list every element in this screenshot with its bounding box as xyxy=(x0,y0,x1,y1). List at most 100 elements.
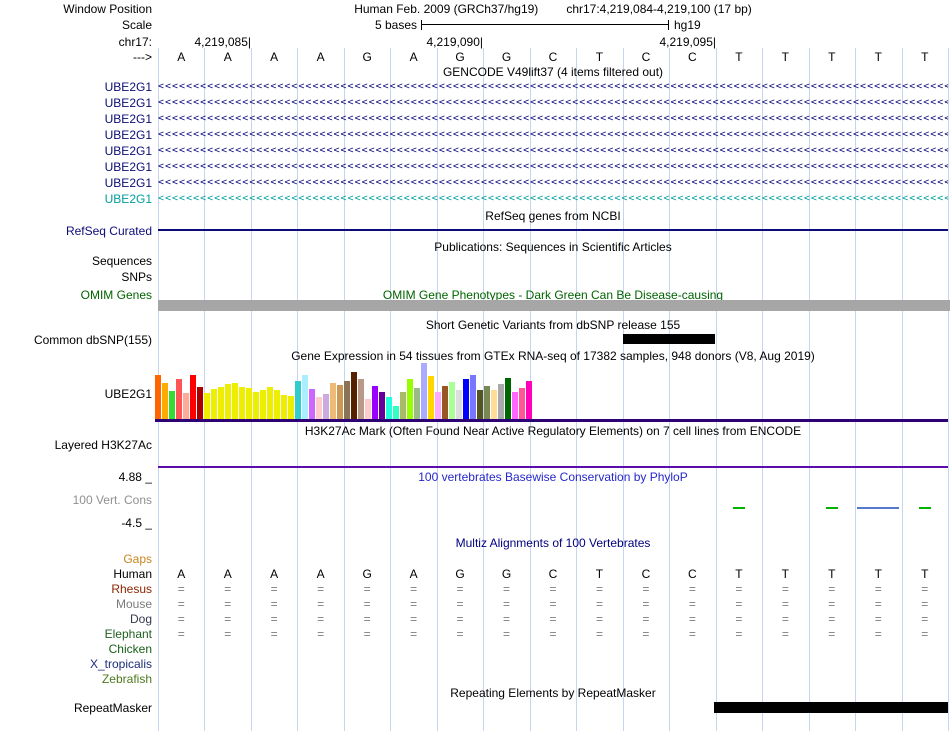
sequences-label[interactable]: Sequences xyxy=(0,254,152,268)
refseq-curated-label[interactable]: RefSeq Curated xyxy=(0,224,152,238)
refseq-title[interactable]: RefSeq genes from NCBI xyxy=(158,209,948,223)
dbsnp-row: Common dbSNP(155) xyxy=(0,333,950,347)
position-title: chr17:4,219,084-4,219,100 (17 bp) xyxy=(566,2,752,16)
phylop-track-label[interactable]: 100 Vert. Cons xyxy=(0,493,152,507)
gtex-expression-bar xyxy=(344,381,350,419)
gtex-expression-bar xyxy=(302,375,308,419)
gtex-gene-label[interactable]: UBE2G1 xyxy=(0,387,152,401)
gtex-expression-bar xyxy=(400,392,406,419)
gtex-expression-bar xyxy=(218,387,224,419)
dbsnp-title-row: Short Genetic Variants from dbSNP releas… xyxy=(0,318,950,332)
gencode-gene-label[interactable]: UBE2G1 xyxy=(0,192,152,206)
dbsnp-label[interactable]: Common dbSNP(155) xyxy=(0,333,152,347)
gtex-expression-bar xyxy=(449,382,455,419)
gene-direction-arrows: <<<<<<<<<<<<<<<<<<<<<<<<<<<<<<<<<<<<<<<<… xyxy=(158,129,948,140)
gap-symbol: = xyxy=(456,612,464,626)
gene-direction-arrows: <<<<<<<<<<<<<<<<<<<<<<<<<<<<<<<<<<<<<<<<… xyxy=(158,177,948,188)
gencode-gene-label[interactable]: UBE2G1 xyxy=(0,96,152,110)
gap-symbol: = xyxy=(874,582,882,596)
multiz-title[interactable]: Multiz Alignments of 100 Vertebrates xyxy=(158,536,948,550)
gap-symbol: = xyxy=(735,597,743,611)
gap-symbol: = xyxy=(595,627,603,641)
gap-symbol: = xyxy=(317,597,325,611)
gtex-expression-bar xyxy=(498,384,504,419)
species-gaps: = = = = = = = = = = = = = = = = = xyxy=(158,582,948,596)
base-letter: A xyxy=(270,567,279,581)
phylop-title[interactable]: 100 vertebrates Basewise Conservation by… xyxy=(158,470,948,484)
gap-symbol: = xyxy=(410,597,418,611)
repeatmasker-title[interactable]: Repeating Elements by RepeatMasker xyxy=(158,686,948,700)
gtex-title[interactable]: Gene Expression in 54 tissues from GTEx … xyxy=(158,349,948,363)
h3k27ac-title[interactable]: H3K27Ac Mark (Often Found Near Active Re… xyxy=(158,424,948,438)
base-letter: A xyxy=(270,50,279,64)
gencode-title[interactable]: GENCODE V49lift37 (4 items filtered out) xyxy=(158,65,948,79)
phylop-mark xyxy=(825,507,838,509)
species-label[interactable]: Elephant xyxy=(0,627,152,641)
gencode-gene-label[interactable]: UBE2G1 xyxy=(0,128,152,142)
gencode-gene-label[interactable]: UBE2G1 xyxy=(0,80,152,94)
phylop-header-row: 4.88 _ 100 vertebrates Basewise Conserva… xyxy=(0,470,950,484)
alignment-row: Rhesus = = = = = = = = = = = = = = = = = xyxy=(0,582,950,596)
gap-symbol: = xyxy=(410,582,418,596)
gap-symbol: = xyxy=(828,582,836,596)
gap-symbol: = xyxy=(503,597,511,611)
gap-symbol: = xyxy=(270,612,278,626)
gtex-expression-bar xyxy=(435,392,441,419)
h3k27ac-label[interactable]: Layered H3K27Ac xyxy=(0,438,152,452)
base-letter: A xyxy=(316,50,325,64)
gtex-expression-bar xyxy=(330,383,336,419)
alignment-row: Elephant = = = = = = = = = = = = = = = = = xyxy=(0,627,950,641)
dbsnp-title[interactable]: Short Genetic Variants from dbSNP releas… xyxy=(158,318,948,332)
gencode-gene-label[interactable]: UBE2G1 xyxy=(0,144,152,158)
gap-symbol: = xyxy=(177,627,185,641)
assembly-short-label: hg19 xyxy=(674,18,701,32)
base-letter: T xyxy=(874,567,882,581)
phylop-mark xyxy=(732,507,745,509)
gap-symbol: = xyxy=(317,627,325,641)
scale-label[interactable]: Scale xyxy=(0,18,152,32)
gap-symbol: = xyxy=(735,582,743,596)
species-label[interactable]: Zebrafish xyxy=(0,672,152,686)
gtex-expression-bar xyxy=(484,386,490,419)
gencode-gene-label[interactable]: UBE2G1 xyxy=(0,112,152,126)
base-letter: T xyxy=(874,50,882,64)
omim-genes-label[interactable]: OMIM Genes xyxy=(0,288,152,302)
repeatmasker-label[interactable]: RepeatMasker xyxy=(0,701,152,715)
species-label[interactable]: X_tropicalis xyxy=(0,657,152,671)
gap-symbol: = xyxy=(595,597,603,611)
species-label[interactable]: Gaps xyxy=(0,552,152,566)
gtex-expression-bar xyxy=(183,393,189,419)
h3k27ac-title-row: H3K27Ac Mark (Often Found Near Active Re… xyxy=(0,424,950,438)
species-label[interactable]: Chicken xyxy=(0,642,152,656)
gap-symbol: = xyxy=(549,612,557,626)
alignment-row: Chicken xyxy=(0,642,950,656)
base-letter: A xyxy=(316,567,325,581)
phylop-min-label: -4.5 _ xyxy=(121,516,152,530)
gtex-expression-bar xyxy=(428,376,434,419)
gencode-title-row: GENCODE V49lift37 (4 items filtered out) xyxy=(0,65,950,79)
gencode-gene-row: UBE2G1 <<<<<<<<<<<<<<<<<<<<<<<<<<<<<<<<<<… xyxy=(0,160,950,174)
gtex-expression-bar xyxy=(372,386,378,419)
gap-symbol: = xyxy=(921,627,929,641)
snps-label[interactable]: SNPs xyxy=(0,270,152,284)
gap-symbol: = xyxy=(642,582,650,596)
species-label[interactable]: Dog xyxy=(0,612,152,626)
base-letter: A xyxy=(177,567,186,581)
window-position-label[interactable]: Window Position xyxy=(0,2,152,16)
gap-symbol: = xyxy=(363,597,371,611)
species-label[interactable]: Mouse xyxy=(0,597,152,611)
gtex-expression-bar xyxy=(267,387,273,419)
gtex-expression-bar xyxy=(442,386,448,419)
gtex-expression-bar xyxy=(421,363,427,419)
gtex-expression-bar xyxy=(393,406,399,419)
gencode-gene-label[interactable]: UBE2G1 xyxy=(0,176,152,190)
species-label[interactable]: Rhesus xyxy=(0,582,152,596)
gap-symbol: = xyxy=(781,582,789,596)
gap-symbol: = xyxy=(224,612,232,626)
gap-symbol: = xyxy=(177,612,185,626)
gtex-expression-bar xyxy=(295,381,301,419)
publications-title[interactable]: Publications: Sequences in Scientific Ar… xyxy=(158,240,948,254)
gtex-expression-bar xyxy=(176,379,182,419)
species-label[interactable]: Human xyxy=(0,567,152,581)
gencode-gene-label[interactable]: UBE2G1 xyxy=(0,160,152,174)
